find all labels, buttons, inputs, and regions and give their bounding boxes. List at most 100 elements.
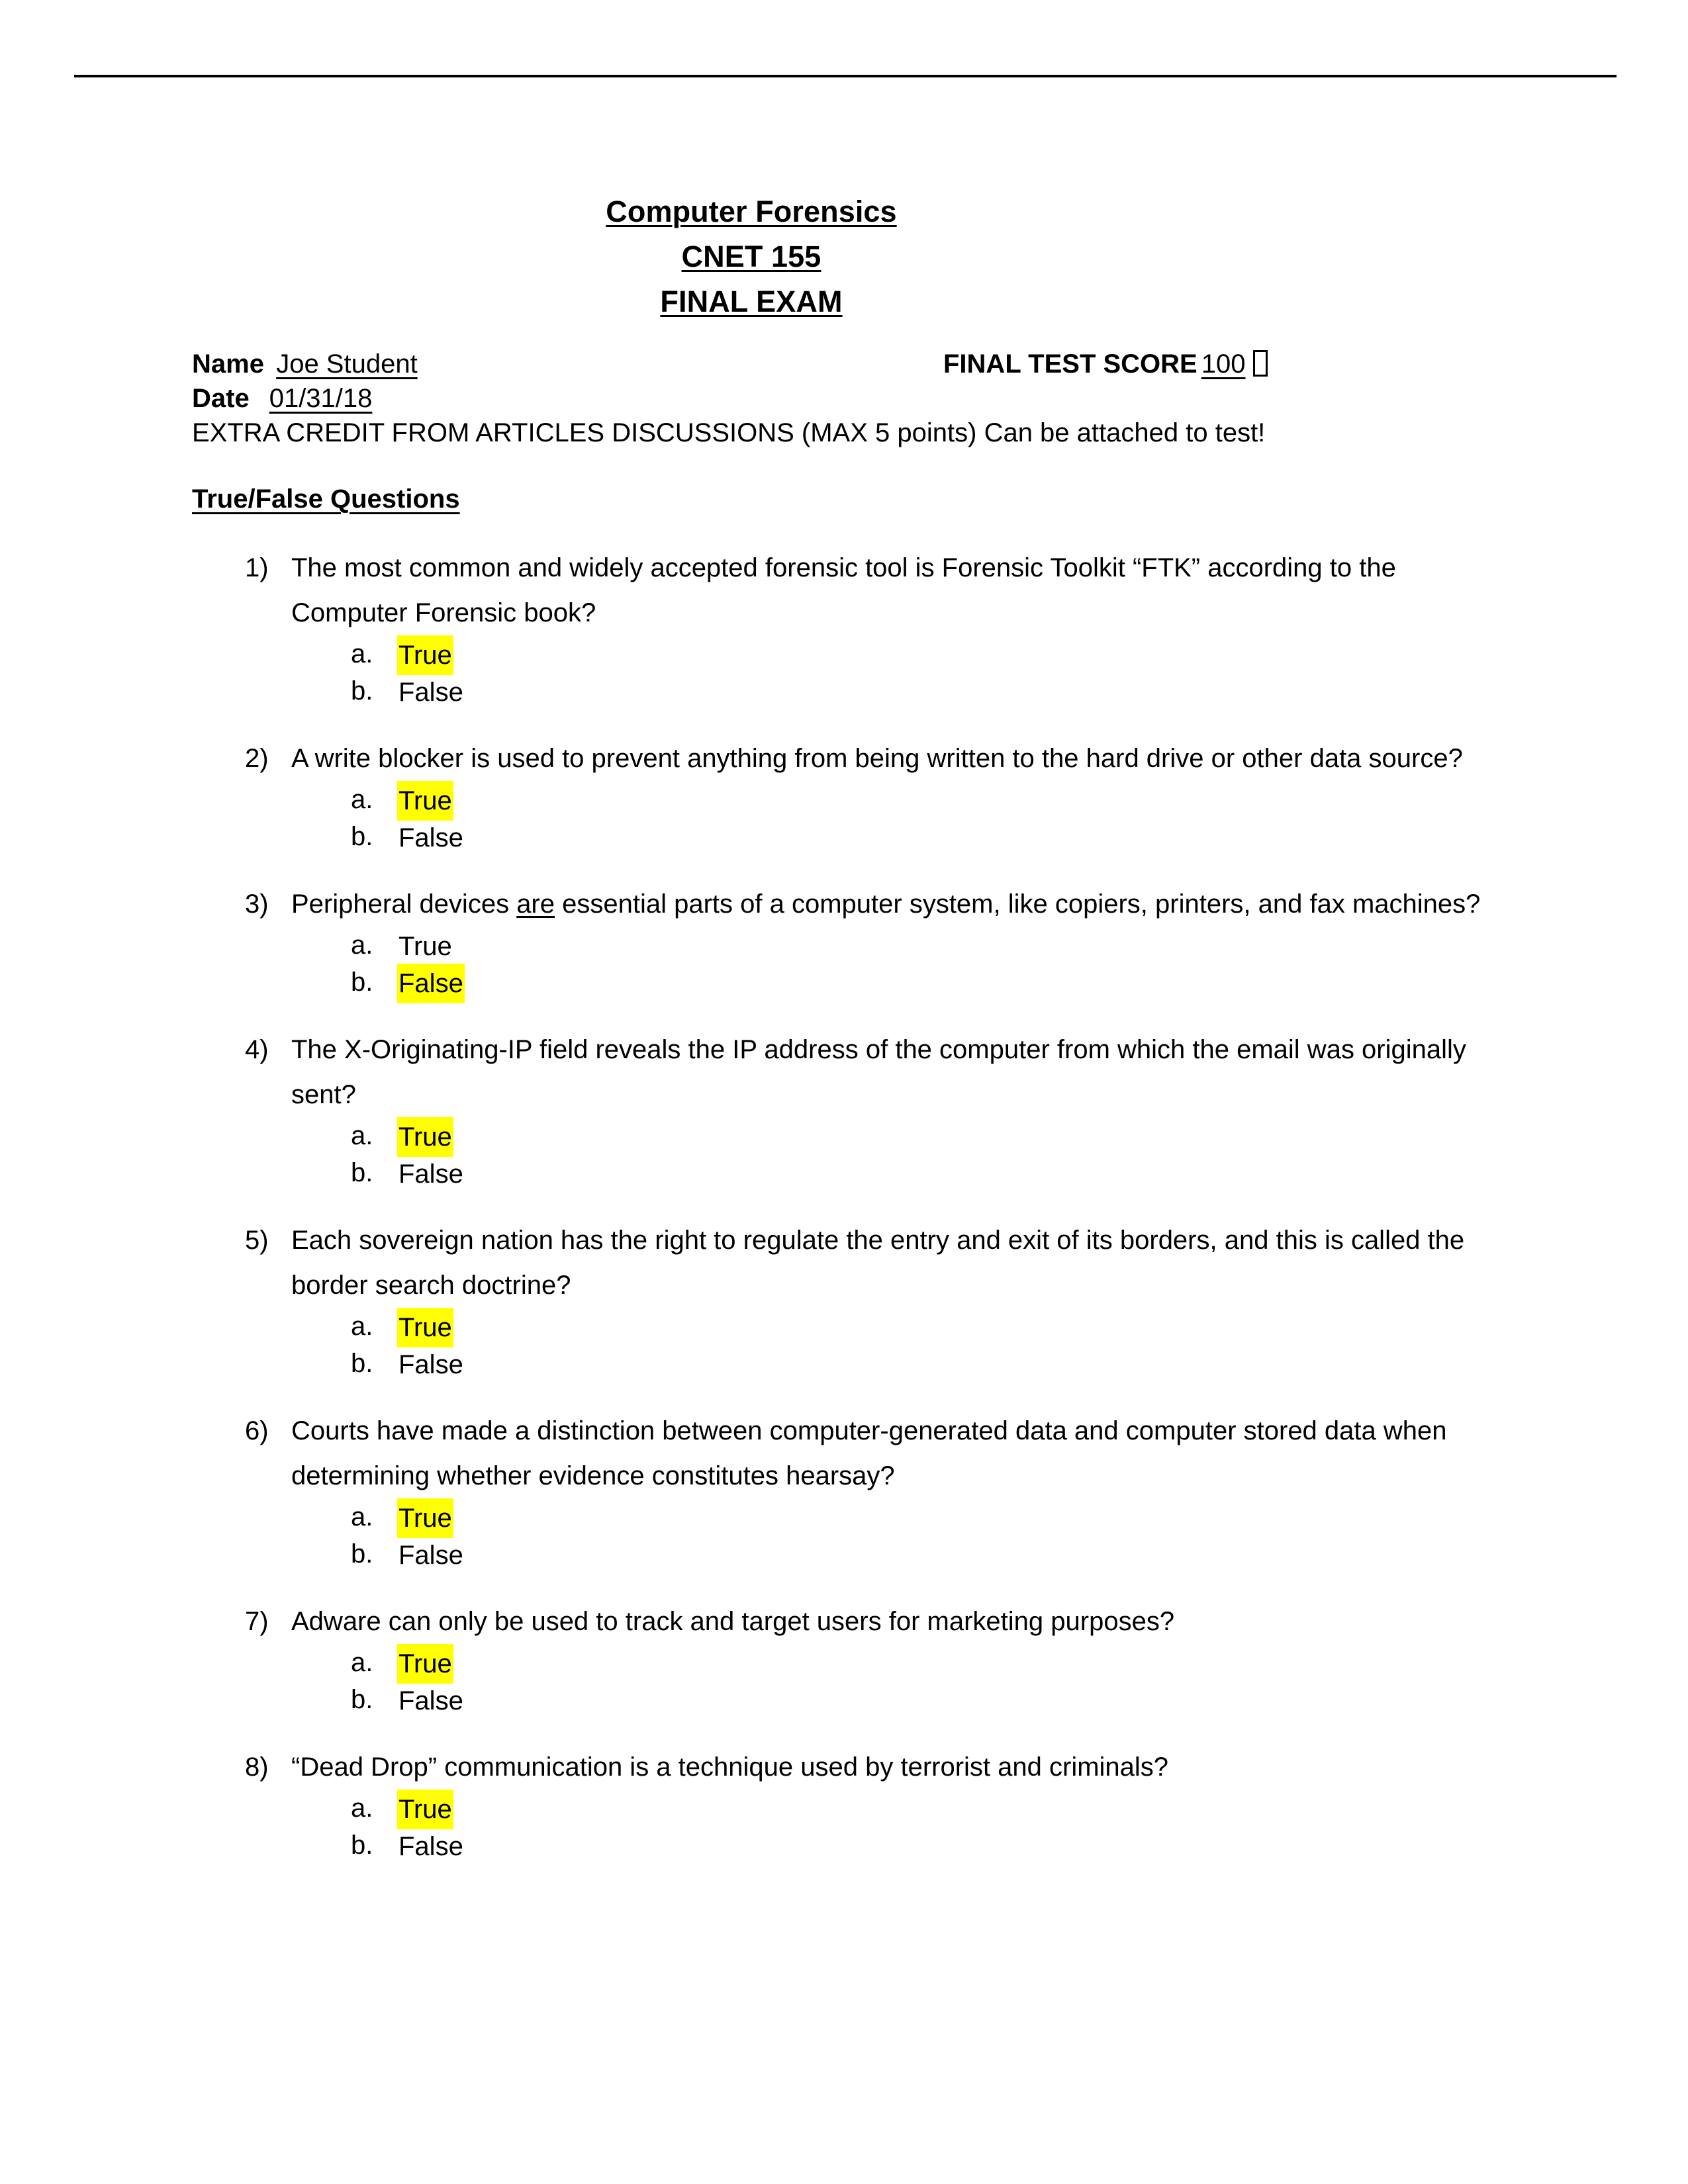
question-number: 3) xyxy=(245,889,269,919)
title-line-course: Computer Forensics xyxy=(192,189,1311,234)
question-text-segment: “Dead Drop” communication is a technique… xyxy=(291,1752,1169,1782)
answer-option-label[interactable]: False xyxy=(397,1535,465,1575)
answer-options: a. True b. False xyxy=(192,1498,1496,1572)
answer-option[interactable]: a. True xyxy=(192,1308,1496,1347)
final-test-score-label: FINAL TEST SCORE xyxy=(943,349,1197,379)
answer-option[interactable]: a. True xyxy=(192,1498,1496,1538)
date-value[interactable]: 01/31/18 xyxy=(250,381,494,416)
date-label: Date xyxy=(192,384,250,413)
answer-option-label[interactable]: False xyxy=(397,1154,465,1194)
answer-option[interactable]: b. False xyxy=(192,1681,1496,1718)
question-text: Courts have made a distinction between c… xyxy=(291,1408,1503,1498)
name-value[interactable]: Joe Student xyxy=(264,347,430,381)
header-divider-rule xyxy=(74,75,1617,77)
exam-header-fields: Name Joe Student FINAL TEST SCORE 100 Date… xyxy=(192,347,1496,450)
answer-option[interactable]: a. True xyxy=(192,1117,1496,1157)
question-number: 6) xyxy=(245,1416,269,1445)
answer-option[interactable]: a. True xyxy=(192,781,1496,821)
document-content: Computer Forensics CNET 155 FINAL EXAM N… xyxy=(192,189,1496,1890)
answer-option[interactable]: b. False xyxy=(192,1154,1496,1191)
answer-option[interactable]: b. False xyxy=(192,818,1496,855)
question-text: Each sovereign nation has the right to r… xyxy=(291,1218,1503,1308)
title-line-code: CNET 155 xyxy=(192,234,1311,279)
question-text: A write blocker is used to prevent anyth… xyxy=(291,736,1503,781)
answer-option[interactable]: a. True xyxy=(192,1790,1496,1829)
exam-title-block: Computer Forensics CNET 155 FINAL EXAM xyxy=(192,189,1311,324)
question-item: 2) A write blocker is used to prevent any… xyxy=(192,736,1496,855)
question-text-segment: A write blocker is used to prevent anyth… xyxy=(291,744,1463,773)
answer-option-letter: b. xyxy=(351,1831,373,1860)
question-row: 7) Adware can only be used to track and t… xyxy=(192,1599,1496,1644)
answer-option-letter: b. xyxy=(351,1685,373,1714)
answer-option-label[interactable]: True xyxy=(397,927,453,966)
question-text-segment: essential parts of a computer system, li… xyxy=(555,889,1481,919)
answer-option-label-highlighted[interactable]: False xyxy=(397,964,465,1003)
answer-option-label-highlighted[interactable]: True xyxy=(397,1117,453,1157)
answer-option-label[interactable]: False xyxy=(397,1681,465,1721)
answer-option-letter: a. xyxy=(351,785,373,814)
answer-option-letter: a. xyxy=(351,639,373,668)
name-row: Name Joe Student FINAL TEST SCORE 100 xyxy=(192,347,1496,381)
answer-option-letter: b. xyxy=(351,968,373,997)
answer-option[interactable]: b. False xyxy=(192,1827,1496,1864)
question-text: Adware can only be used to track and tar… xyxy=(291,1599,1503,1644)
answer-option-letter: a. xyxy=(351,1312,373,1341)
answer-option[interactable]: b. False xyxy=(192,964,1496,1003)
answer-option-label-highlighted[interactable]: True xyxy=(397,1498,453,1538)
answer-option-label-highlighted[interactable]: True xyxy=(397,1644,453,1684)
answer-option-label-highlighted[interactable]: True xyxy=(397,635,453,675)
question-text: “Dead Drop” communication is a technique… xyxy=(291,1745,1503,1790)
answer-option-label[interactable]: False xyxy=(397,1345,465,1385)
answer-option-letter: b. xyxy=(351,822,373,851)
answer-option-letter: b. xyxy=(351,1349,373,1378)
section-heading-wrap: True/False Questions xyxy=(192,450,1496,516)
question-text-segment: Courts have made a distinction between c… xyxy=(291,1416,1447,1490)
question-item: 3) Peripheral devices are essential parts… xyxy=(192,882,1496,1003)
question-text-segment: Peripheral devices xyxy=(291,889,517,919)
answer-option-label[interactable]: False xyxy=(397,818,465,858)
question-row: 5) Each sovereign nation has the right to… xyxy=(192,1218,1496,1308)
answer-option-label-highlighted[interactable]: True xyxy=(397,1308,453,1347)
answer-option[interactable]: b. False xyxy=(192,672,1496,709)
answer-option-letter: b. xyxy=(351,676,373,705)
answer-option-label-highlighted[interactable]: True xyxy=(397,1790,453,1829)
answer-option-label[interactable]: False xyxy=(397,1827,465,1866)
question-item: 8) “Dead Drop” communication is a techniq… xyxy=(192,1745,1496,1864)
questions-list: 1) The most common and widely accepted fo… xyxy=(192,545,1496,1864)
question-item: 5) Each sovereign nation has the right to… xyxy=(192,1218,1496,1382)
answer-options: a. True b. False xyxy=(192,635,1496,709)
answer-option[interactable]: a. True xyxy=(192,927,1496,964)
date-row: Date 01/31/18 xyxy=(192,381,1496,416)
answer-option[interactable]: b. False xyxy=(192,1345,1496,1382)
answer-option-letter: b. xyxy=(351,1158,373,1187)
question-number: 1) xyxy=(245,553,269,582)
answer-options: a. True b. False xyxy=(192,1644,1496,1718)
final-test-score-value[interactable]: 100 xyxy=(1197,349,1246,379)
question-row: 4) The X-Originating-IP field reveals the… xyxy=(192,1027,1496,1117)
question-number: 5) xyxy=(245,1226,269,1255)
answer-option[interactable]: a. True xyxy=(192,635,1496,675)
missing-glyph-box-icon xyxy=(1253,350,1268,377)
answer-option-label[interactable]: False xyxy=(397,672,465,712)
answer-options: a. True b. False xyxy=(192,1790,1496,1864)
question-text: The most common and widely accepted fore… xyxy=(291,545,1503,635)
answer-option[interactable]: a. True xyxy=(192,1644,1496,1684)
question-number: 4) xyxy=(245,1035,269,1064)
answer-option-label-highlighted[interactable]: True xyxy=(397,781,453,821)
exam-page: Computer Forensics CNET 155 FINAL EXAM N… xyxy=(0,0,1688,2184)
question-text-segment: Adware can only be used to track and tar… xyxy=(291,1607,1175,1636)
question-row: 2) A write blocker is used to prevent any… xyxy=(192,736,1496,781)
answer-option-letter: a. xyxy=(351,1502,373,1531)
question-text-segment: The most common and widely accepted fore… xyxy=(291,553,1396,627)
title-course-text: Computer Forensics xyxy=(606,195,897,228)
answer-option-letter: a. xyxy=(351,1648,373,1677)
answer-option-letter: a. xyxy=(351,1121,373,1150)
answer-options: a. True b. False xyxy=(192,1117,1496,1191)
question-text: The X-Originating-IP field reveals the I… xyxy=(291,1027,1503,1117)
answer-option[interactable]: b. False xyxy=(192,1535,1496,1572)
question-text-emphasis: are xyxy=(516,889,555,919)
question-text-segment: Each sovereign nation has the right to r… xyxy=(291,1226,1465,1300)
answer-options: a. True b. False xyxy=(192,927,1496,1003)
question-number: 8) xyxy=(245,1752,269,1782)
question-number: 7) xyxy=(245,1607,269,1636)
